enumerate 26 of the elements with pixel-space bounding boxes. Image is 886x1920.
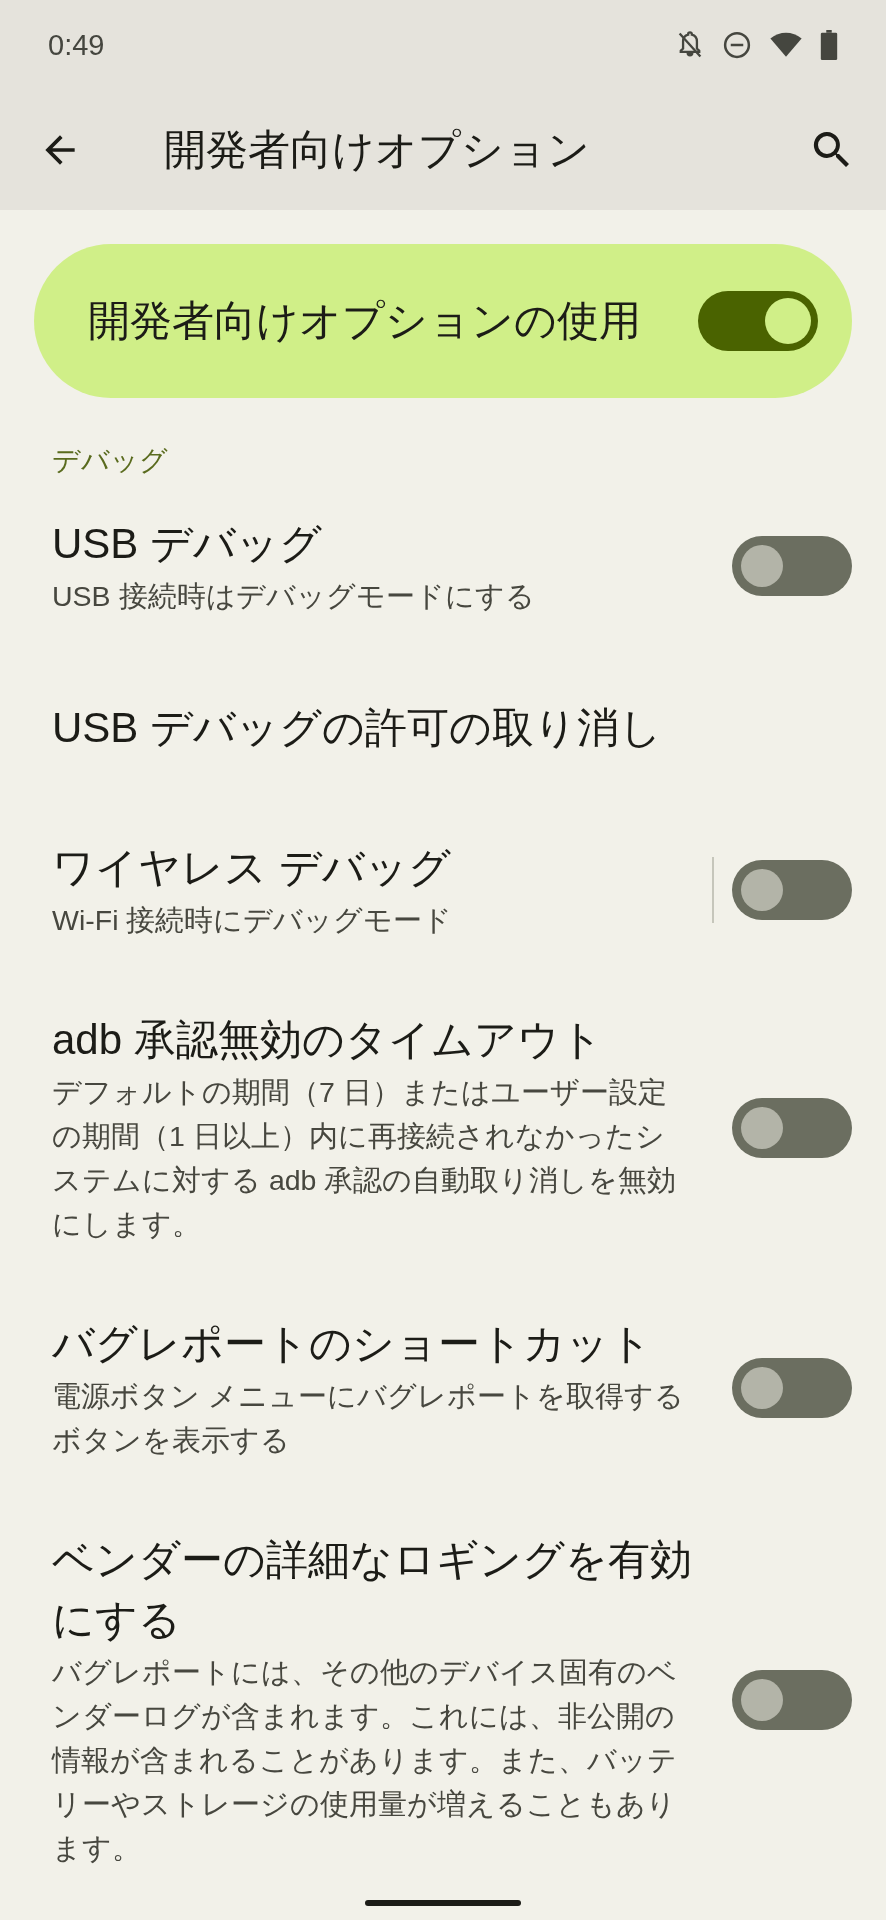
setting-summary: バグレポートには、その他のデバイス固有のベンダーログが含まれます。これには、非公開の情報が含まれることがあります。また、バッテリーやストレージの使用量が増えることもあります。	[52, 1655, 678, 1866]
setting-title[interactable]: USB デバッグの許可の取り消し	[52, 698, 692, 758]
setting-summary: USB 接続時はデバッグモードにする	[52, 579, 536, 614]
main-switch-card[interactable]: 開発者向けオプションの使用	[34, 244, 852, 398]
page-title: 開発者向けオプション	[164, 125, 591, 175]
setting-title[interactable]: USB デバッグ	[52, 514, 692, 574]
main-toggle-switch[interactable]	[698, 291, 818, 351]
do-not-disturb-icon	[722, 30, 752, 60]
toggle-switch[interactable]	[732, 1670, 852, 1730]
section-header: デバッグ	[51, 444, 169, 478]
status-time: 0:49	[48, 28, 105, 62]
setting-title[interactable]: ワイヤレス デバッグ	[52, 838, 692, 898]
setting-title[interactable]: ベンダーの詳細なロギングを有効にする	[52, 1530, 692, 1650]
setting-summary: 電源ボタン メニューにバグレポートを取得するボタンを表示する	[52, 1379, 685, 1458]
setting-summary: Wi-Fi 接続時にデバッグモード	[52, 903, 454, 938]
battery-icon	[820, 30, 838, 60]
wifi-icon	[770, 32, 802, 58]
bell-off-icon	[676, 30, 704, 60]
setting-title[interactable]: adb 承認無効のタイムアウト	[52, 1010, 692, 1070]
toggle-switch[interactable]	[732, 860, 852, 920]
toggle-switch[interactable]	[732, 1098, 852, 1158]
setting-summary: デフォルトの期間（7 日）またはユーザー設定の期間（1 日以上）内に再接続されなかったシステムに対する adb 承認の自動取り消しを無効にします。	[52, 1075, 678, 1242]
toggle-switch[interactable]	[732, 1358, 852, 1418]
setting-title[interactable]: バグレポートのショートカット	[52, 1314, 692, 1374]
main-switch-label: 開発者向けオプションの使用	[88, 296, 642, 346]
toggle-switch[interactable]	[732, 536, 852, 596]
